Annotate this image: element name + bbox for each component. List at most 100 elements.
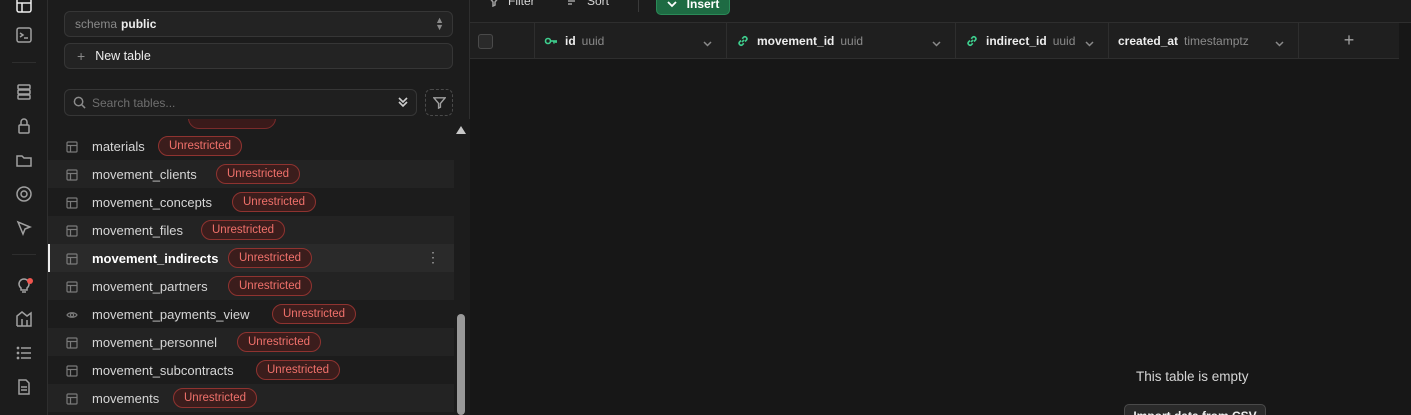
nav-rail [0, 0, 48, 415]
table-name: movement_clients [92, 167, 197, 182]
unrestricted-badge: Unrestricted [216, 164, 300, 184]
table-icon [66, 196, 78, 209]
rail-divider [12, 62, 36, 63]
table-name: movement_concepts [92, 195, 212, 210]
sort-label: Sort [587, 0, 610, 8]
chevron-down-icon [667, 0, 677, 7]
filter-tables-button[interactable] [425, 89, 453, 116]
eye-icon [66, 308, 78, 320]
table-list-item[interactable]: materials Unrestricted [48, 132, 454, 160]
column-type: timestamptz [1184, 33, 1249, 48]
new-table-label: New table [95, 49, 151, 63]
schema-select[interactable]: schema public ▲ ▼ [64, 11, 453, 37]
table-list-item[interactable]: movement_concepts Unrestricted [48, 188, 454, 216]
column-name: created_at [1118, 33, 1179, 48]
table-name: movement_payments_view [92, 307, 250, 322]
table-icon [66, 280, 78, 293]
grid-header: id uuid movement_id uuid indirect_id uuid crea… [470, 23, 1399, 59]
unrestricted-badge: Unrestricted [228, 276, 312, 296]
storage-folder-icon[interactable] [14, 150, 34, 170]
toolbar-divider [638, 0, 639, 12]
table-list-item[interactable]: movement_personnel Unrestricted [48, 328, 454, 356]
rail-divider [12, 254, 36, 255]
column-type: uuid [581, 33, 605, 48]
link-icon [965, 34, 979, 48]
schema-value: public [121, 17, 157, 31]
table-name: movement_personnel [92, 335, 218, 350]
sql-editor-icon[interactable] [14, 25, 34, 45]
insert-button[interactable]: Insert [656, 0, 730, 15]
unrestricted-badge: Unrestricted [232, 192, 316, 212]
table-name: materials [92, 139, 145, 154]
table-list-item[interactable]: movement_indirects Unrestricted ⋮ [48, 244, 454, 272]
edge-functions-icon[interactable] [14, 218, 34, 238]
column-name: movement_id [757, 33, 835, 48]
notification-dot [27, 278, 33, 284]
table-list-item[interactable]: movements Unrestricted [48, 384, 454, 412]
filter-label: Filter [508, 0, 535, 8]
column-header-created-at[interactable]: created_at timestamptz [1109, 23, 1299, 58]
add-column-button[interactable]: + [1299, 23, 1399, 58]
select-all-checkbox[interactable] [478, 34, 493, 49]
chevron-updown-icon: ▲ ▼ [435, 15, 444, 32]
table-name: movement_subcontracts [92, 363, 234, 378]
table-list-item[interactable]: movement_files Unrestricted [48, 216, 454, 244]
column-header-indirect-id[interactable]: indirect_id uuid [956, 23, 1109, 58]
grid-toolbar: Filter Sort Insert [470, 0, 1411, 23]
table-sidebar: schema public ▲ ▼ + New table Search tabl… [48, 0, 470, 415]
unrestricted-badge: Unrestricted [272, 304, 356, 324]
plus-icon: + [77, 48, 86, 64]
search-icon [73, 96, 86, 109]
table-icon [66, 364, 78, 377]
scroll-up-arrow-icon[interactable] [456, 126, 466, 134]
link-icon [736, 34, 750, 48]
filter-funnel-icon [432, 97, 446, 109]
table-icon [66, 392, 78, 405]
new-table-button[interactable]: + New table [64, 43, 453, 69]
reports-icon[interactable] [14, 309, 34, 329]
chevron-down-icon[interactable] [703, 37, 712, 47]
table-list-item[interactable]: movement_clients Unrestricted [48, 160, 454, 188]
realtime-icon[interactable] [14, 184, 34, 204]
clipped-badge [188, 119, 276, 129]
column-type: uuid [840, 33, 864, 48]
filter-button[interactable]: Filter [488, 0, 535, 8]
sort-button[interactable]: Sort [567, 0, 609, 8]
insert-label: Insert [686, 0, 720, 11]
unrestricted-badge: Unrestricted [173, 388, 257, 408]
database-icon[interactable] [14, 82, 34, 102]
chevron-down-icon[interactable] [1275, 37, 1284, 47]
unrestricted-badge: Unrestricted [158, 136, 242, 156]
table-name: movements [92, 391, 160, 406]
search-placeholder: Search tables... [92, 95, 176, 110]
table-icon [66, 252, 78, 265]
filter-funnel-icon [490, 0, 498, 7]
logs-list-icon[interactable] [14, 343, 34, 363]
sort-lines-icon [568, 0, 575, 5]
table-editor-icon[interactable] [14, 0, 34, 15]
scrollbar-thumb[interactable] [457, 314, 465, 415]
app-root: schema public ▲ ▼ + New table Search tabl… [0, 0, 1411, 415]
table-list-item[interactable]: movement_subcontracts Unrestricted [48, 356, 454, 384]
unrestricted-badge: Unrestricted [201, 220, 285, 240]
import-csv-button[interactable]: Import data from CSV [1124, 404, 1266, 415]
table-icon [66, 224, 78, 237]
column-name: id [565, 33, 576, 48]
unrestricted-badge: Unrestricted [256, 360, 340, 380]
empty-table-message: This table is empty [1136, 369, 1249, 384]
docs-icon[interactable] [14, 377, 34, 397]
column-header-id[interactable]: id uuid [535, 23, 727, 58]
more-options-icon[interactable]: ⋮ [426, 250, 440, 264]
chevron-down-icon[interactable] [1085, 37, 1094, 47]
table-icon [66, 168, 78, 181]
table-name: movement_indirects [92, 251, 219, 266]
search-tables-input[interactable]: Search tables... [64, 89, 417, 116]
table-icon [66, 140, 78, 153]
column-header-movement-id[interactable]: movement_id uuid [727, 23, 956, 58]
auth-lock-icon[interactable] [14, 116, 34, 136]
table-list-item[interactable]: movement_partners Unrestricted [48, 272, 454, 300]
collapse-chevrons-icon[interactable] [396, 95, 410, 109]
table-list-item[interactable]: movement_payments_view Unrestricted [48, 300, 454, 328]
key-icon [544, 34, 558, 48]
chevron-down-icon[interactable] [932, 37, 941, 47]
